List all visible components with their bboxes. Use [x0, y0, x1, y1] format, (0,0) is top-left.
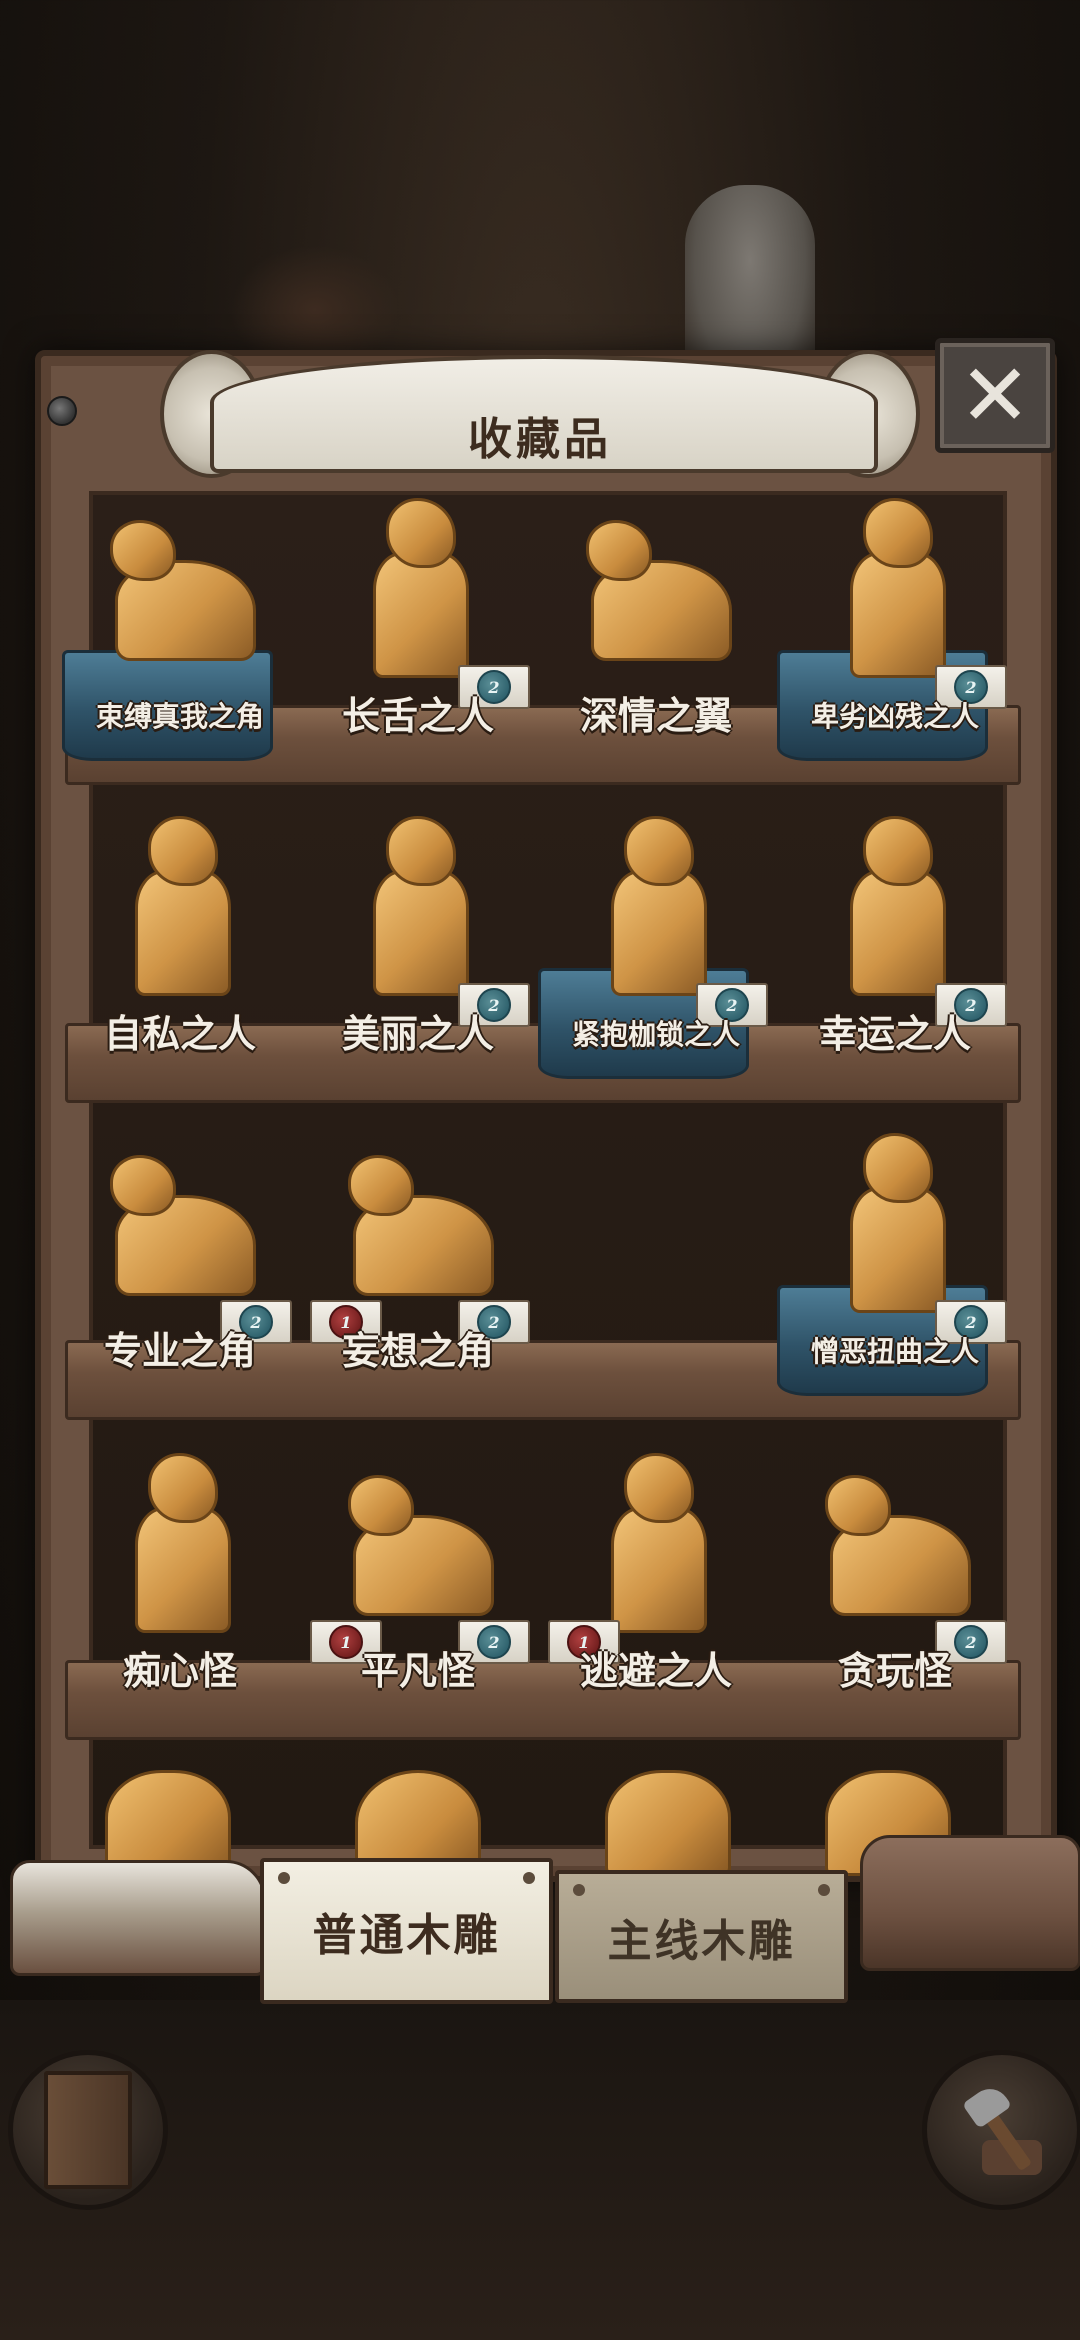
collectible-item[interactable]: 2 专业之角: [70, 1125, 292, 1405]
item-name-label: 自私之人: [103, 1011, 256, 1056]
collectible-item[interactable]: 2 长舌之人: [308, 490, 530, 770]
close-button[interactable]: ✕: [935, 338, 1055, 453]
wood-carving-figure: [110, 1445, 250, 1635]
collectible-item[interactable]: 2 憎恶扭曲之人: [777, 1125, 1007, 1405]
item-name-label: 贪玩怪: [837, 1648, 952, 1693]
item-name-label: 深情之翼: [579, 693, 732, 738]
wood-carving-figure: [586, 808, 726, 998]
item-name-label: 美丽之人: [341, 1011, 494, 1056]
collectible-item[interactable]: 束缚真我之角: [62, 490, 290, 770]
title-scroll: 收藏品: [160, 345, 920, 480]
page-title: 收藏品: [468, 414, 612, 465]
collectible-item[interactable]: 2 紧抱枷锁之人: [538, 808, 768, 1088]
pin-icon: [573, 1884, 585, 1896]
tab-ordinary-carvings[interactable]: 普通木雕: [260, 1858, 553, 2004]
item-name-label: 专业之角: [103, 1328, 256, 1373]
collectible-item[interactable]: 深情之翼: [546, 490, 766, 770]
wood-carving-figure: [110, 490, 256, 680]
collectible-item[interactable]: 2 美丽之人: [308, 808, 530, 1088]
item-name-label: 长舌之人: [341, 693, 494, 738]
item-name-label: 幸运之人: [818, 1011, 971, 1056]
collectible-item[interactable]: 痴心怪: [70, 1445, 290, 1725]
collectible-item[interactable]: 1 2 平凡怪: [308, 1445, 530, 1725]
item-name-label: 痴心怪: [122, 1648, 237, 1693]
tab-bar: 普通木雕 主线木雕: [0, 1840, 1080, 2010]
nail-icon: [47, 396, 77, 426]
collectible-item[interactable]: 2 贪玩怪: [785, 1445, 1007, 1725]
wood-carving-figure: [348, 490, 488, 680]
pin-icon: [523, 1872, 535, 1884]
tab-mainline-carvings[interactable]: 主线木雕: [555, 1870, 848, 2003]
item-name-label: 逃避之人: [579, 1648, 732, 1693]
wood-carving-figure: [110, 1125, 256, 1315]
floor-background: [0, 2000, 1080, 2340]
wood-carving-figure: [348, 1125, 494, 1315]
item-name-label: 卑劣凶残之人: [810, 700, 979, 733]
collectible-item[interactable]: 1 2 妄想之角: [308, 1125, 530, 1405]
pin-icon: [278, 1872, 290, 1884]
tab-label: 主线木雕: [607, 1915, 796, 1967]
wood-carving-figure: [825, 1125, 965, 1315]
item-name-label: 憎恶扭曲之人: [810, 1335, 979, 1368]
tab-label: 普通木雕: [312, 1910, 501, 1961]
wood-carving-figure: [348, 808, 488, 998]
collectible-item[interactable]: 1 逃避之人: [546, 1445, 766, 1725]
wood-carving-figure: [825, 808, 965, 998]
close-x-icon: ✕: [958, 345, 1032, 446]
axe-stump-icon: [957, 2081, 1047, 2175]
item-name-label: 束缚真我之角: [95, 700, 264, 733]
item-name-label: 妄想之角: [341, 1328, 494, 1373]
collectible-item[interactable]: 2 卑劣凶残之人: [777, 490, 1007, 770]
pin-icon: [818, 1884, 830, 1896]
wood-carving-figure: [825, 1445, 971, 1635]
wood-carving-figure: [348, 1445, 494, 1635]
wood-carving-figure: [825, 490, 965, 680]
item-name-label: 平凡怪: [360, 1648, 475, 1693]
door-button[interactable]: [8, 2050, 168, 2210]
wood-carving-figure: [586, 490, 732, 680]
wood-carving-figure: [586, 1445, 726, 1635]
item-name-label: 紧抱枷锁之人: [571, 1018, 740, 1051]
axe-stump-button[interactable]: [922, 2050, 1080, 2210]
door-icon: [44, 2071, 132, 2189]
collectible-item[interactable]: 自私之人: [70, 808, 290, 1088]
collectible-item[interactable]: 2 幸运之人: [785, 808, 1007, 1088]
wood-carving-figure: [110, 808, 250, 998]
